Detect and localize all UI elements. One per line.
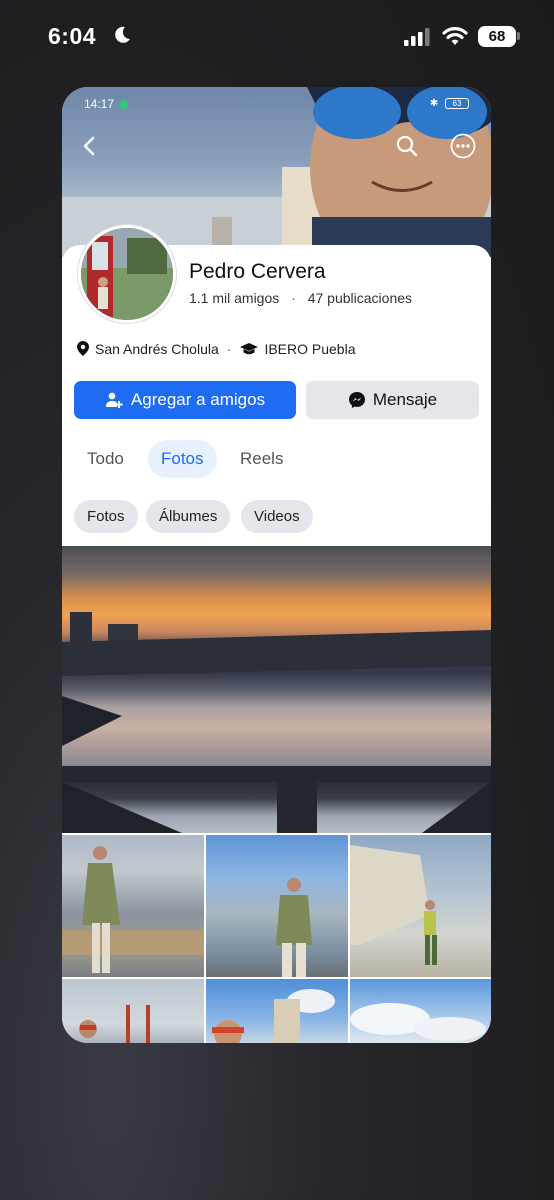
filter-chip-albumes[interactable]: Álbumes — [146, 500, 231, 533]
location-pin-icon — [77, 341, 89, 356]
tab-todo[interactable]: Todo — [74, 440, 137, 478]
message-label: Mensaje — [372, 390, 438, 409]
device-time: 6:04 — [48, 23, 97, 49]
whatsapp-notification-icon — [119, 100, 129, 109]
friends-count[interactable]: 1.1 mil amigos — [189, 290, 279, 306]
search-icon[interactable] — [396, 135, 418, 157]
stats-separator: · — [291, 290, 296, 306]
photo-grid-item[interactable] — [350, 979, 491, 1043]
messenger-icon — [348, 392, 365, 408]
battery-tip — [517, 32, 520, 40]
inner-battery: 63 — [445, 98, 469, 109]
photo-grid-image — [350, 845, 437, 965]
profile-details: San Andrés Cholula · IBERO Puebla — [76, 340, 356, 357]
profile-name: Pedro Cervera — [189, 260, 326, 283]
cellular-signal-icon — [404, 28, 430, 46]
inner-status-bar: 14:17 — [84, 97, 129, 111]
add-person-icon — [105, 392, 123, 408]
photo-grid-item[interactable] — [62, 979, 204, 1043]
posts-count: 47 publicaciones — [307, 290, 413, 306]
photo-grid-item[interactable] — [62, 835, 204, 977]
back-arrow-icon[interactable] — [80, 135, 100, 157]
photo-grid-image — [79, 1005, 150, 1043]
tab-reels[interactable]: Reels — [227, 440, 296, 478]
graduation-cap-icon — [240, 342, 259, 354]
photo-grid-image — [350, 1003, 486, 1041]
inner-time: 14:17 — [84, 97, 115, 111]
photo-grid-image — [212, 989, 335, 1043]
avatar-image — [81, 228, 173, 320]
location-text: San Andrés Cholula — [95, 340, 219, 357]
profile-avatar[interactable] — [78, 225, 176, 323]
photo-grid-item[interactable] — [206, 835, 348, 977]
profile-stats: 1.1 mil amigos · 47 publicaciones — [189, 290, 412, 306]
filter-chip-fotos[interactable]: Fotos — [74, 500, 138, 533]
wifi-icon — [442, 27, 468, 45]
device-status-bar: 6:04 68 — [0, 0, 554, 72]
photo-grid-item[interactable] — [206, 979, 348, 1043]
battery-level: 68 — [478, 26, 516, 47]
filter-chip-videos[interactable]: Videos — [241, 500, 313, 533]
add-friend-label: Agregar a amigos — [130, 390, 266, 409]
details-separator: · — [226, 340, 232, 357]
inner-bluetooth-icon: ✱ — [429, 98, 439, 110]
message-button[interactable]: Mensaje — [306, 381, 479, 419]
more-options-icon[interactable] — [450, 133, 476, 159]
inner-status-icons: ✱ 63 — [430, 98, 469, 109]
app-preview-card[interactable]: 14:17 ✱ 63 Pedro Cervera 1.1 mil amigos … — [62, 87, 491, 1043]
photo-sunset-river-image — [62, 612, 491, 833]
tab-fotos[interactable]: Fotos — [148, 440, 217, 478]
photo-grid-image — [276, 878, 312, 977]
education-text: IBERO Puebla — [264, 340, 356, 357]
moon-icon — [115, 26, 130, 43]
photo-sunset-river[interactable] — [62, 546, 491, 833]
add-friend-button[interactable]: Agregar a amigos — [74, 381, 296, 419]
photo-grid-item[interactable] — [350, 835, 491, 977]
photo-grid-image — [62, 846, 204, 973]
